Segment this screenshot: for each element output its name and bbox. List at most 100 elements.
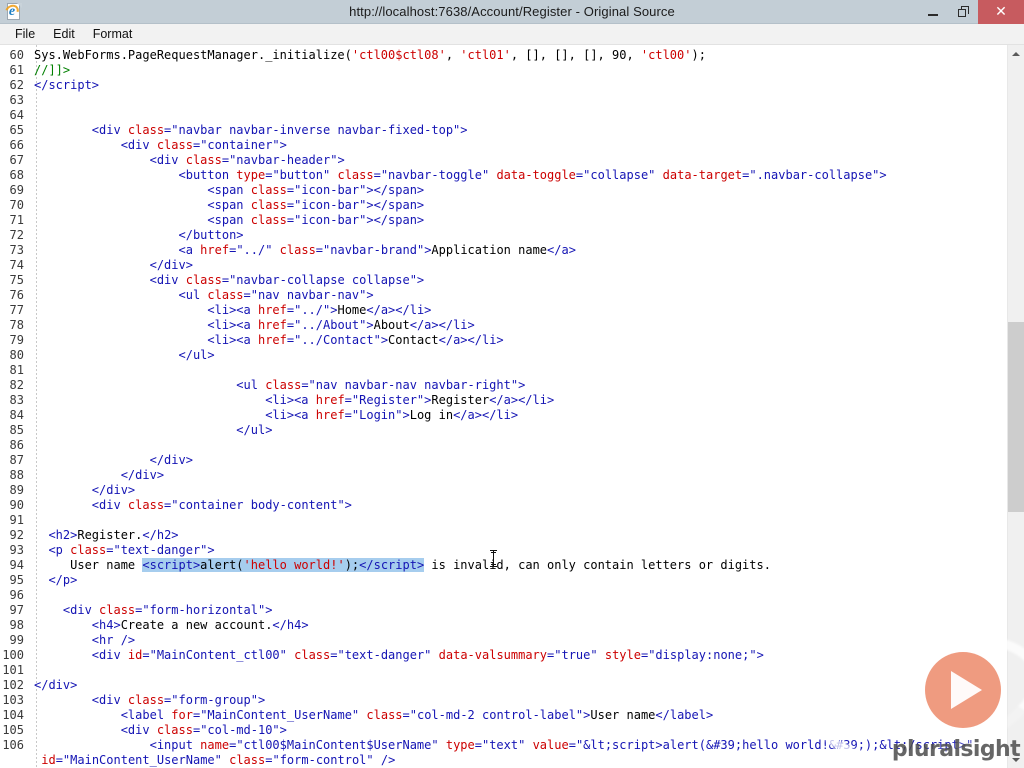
code-token: "col-md-10": [200, 723, 280, 737]
scrollbar-thumb[interactable]: [1008, 322, 1024, 512]
ie-source-document-icon: e: [2, 1, 24, 22]
code-token: <div: [34, 603, 100, 617]
line-number: 88: [9, 468, 24, 482]
code-line: 69 <span class="icon-bar"></span>: [0, 183, 1007, 198]
code-token: =: [221, 273, 230, 287]
code-token: </div>: [34, 468, 165, 482]
menu-item-edit[interactable]: Edit: [44, 24, 84, 45]
code-token: "form-control": [272, 753, 374, 767]
code-line: 68 <button type="button" class="navbar-t…: [0, 168, 1007, 183]
code-token: >: [366, 288, 374, 302]
menu-bar: File Edit Format: [0, 24, 1024, 45]
code-token: class: [185, 273, 222, 287]
code-token: </div>: [34, 483, 136, 497]
code-token: class: [294, 648, 331, 662]
line-number: 95: [9, 573, 24, 587]
line-content: <li><a href="../About">About</a></li>: [30, 318, 1007, 333]
code-token: User name: [34, 558, 143, 572]
code-token: class: [70, 543, 107, 557]
code-line: 71 <span class="icon-bar"></span>: [0, 213, 1007, 228]
code-token: "form-group": [171, 693, 258, 707]
code-token: <span: [34, 198, 251, 212]
line-number: 64: [9, 108, 24, 122]
code-token: Application name: [431, 243, 548, 257]
line-number: 89: [9, 483, 24, 497]
window-controls: ✕: [918, 0, 1024, 24]
line-content: <li><a href="Login">Log in</a></li>: [30, 408, 1007, 423]
line-content: <a href="../" class="navbar-brand">Appli…: [30, 243, 1007, 258]
code-token: class: [279, 243, 316, 257]
code-line: 64: [0, 108, 1007, 123]
code-token: "nav navbar-nav navbar-right": [308, 378, 519, 392]
line-number: 65: [9, 123, 24, 137]
code-token: </a></li>: [489, 393, 555, 407]
menu-item-format[interactable]: Format: [84, 24, 142, 45]
code-line: 65 <div class="navbar navbar-inverse nav…: [0, 123, 1007, 138]
line-content: <div class="container body-content">: [30, 498, 1007, 513]
code-token: <ul: [34, 288, 208, 302]
code-viewport[interactable]: 60 Sys.WebForms.PageRequestManager._initi…: [0, 45, 1007, 768]
code-token: "&lt;script>alert(&#39;hello world!&#39;…: [575, 738, 974, 752]
line-content: <span class="icon-bar"></span>: [30, 213, 1007, 228]
code-token: Sys.WebForms.PageRequestManager._initial…: [34, 48, 352, 62]
line-number: 73: [9, 243, 24, 257]
code-token: <div: [34, 138, 157, 152]
code-token: class: [250, 198, 287, 212]
line-number: 78: [9, 318, 24, 332]
code-token: </ul>: [34, 348, 215, 362]
code-token: "display:none;": [648, 648, 757, 662]
code-line: 102 </div>: [0, 678, 1007, 693]
code-token: </p>: [34, 573, 78, 587]
scroll-down-button[interactable]: [1008, 751, 1024, 768]
code-token: =: [301, 378, 309, 392]
line-content: <div class="navbar navbar-inverse navbar…: [30, 123, 1007, 138]
line-number: 70: [9, 198, 24, 212]
scroll-up-button[interactable]: [1008, 45, 1024, 62]
code-token: =: [221, 153, 230, 167]
code-token: </h4>: [272, 618, 309, 632]
code-token: >: [416, 273, 425, 287]
code-line: 94 User name <script>alert('hello world!…: [0, 558, 1007, 573]
menu-item-file[interactable]: File: [6, 24, 44, 45]
code-line: 87 </div>: [0, 453, 1007, 468]
code-token: 'ctl00$ctl08': [351, 48, 446, 62]
restore-button[interactable]: [948, 0, 978, 24]
code-line: 78 <li><a href="../About">About</a></li>: [0, 318, 1007, 333]
code-token: <div: [34, 273, 186, 287]
code-token: >: [337, 153, 345, 167]
line-number: 104: [2, 708, 24, 722]
code-token: >: [279, 723, 287, 737]
code-token: Register: [431, 393, 490, 407]
line-content: </script>: [30, 78, 1007, 93]
line-content: <h4>Create a new account.</h4>: [30, 618, 1007, 633]
code-token: </h2>: [142, 528, 179, 542]
code-token: class: [127, 693, 165, 707]
line-content: <div class="form-group">: [30, 693, 1007, 708]
code-token: "icon-bar": [294, 198, 367, 212]
line-content: <div class="navbar-collapse collapse">: [30, 273, 1007, 288]
code-token: >: [879, 168, 887, 182]
code-token: =: [474, 738, 482, 752]
line-number: 61: [9, 63, 24, 77]
code-token: class: [229, 753, 266, 767]
code-token: <li><a: [34, 333, 258, 347]
code-token: =: [402, 708, 410, 722]
code-token: <div: [34, 648, 128, 662]
code-token: ></span>: [366, 198, 425, 212]
code-token: </ul>: [34, 423, 273, 437]
code-token: "nav navbar-nav": [250, 288, 367, 302]
code-token: "collapse": [583, 168, 656, 182]
code-token: >: [380, 333, 389, 347]
code-line: 96: [0, 588, 1007, 603]
code-token: class: [99, 603, 136, 617]
vertical-scrollbar[interactable]: [1007, 45, 1024, 768]
close-button[interactable]: ✕: [978, 0, 1024, 24]
code-token: </div>: [34, 678, 78, 692]
line-number: 93: [9, 543, 24, 557]
minimize-button[interactable]: [918, 0, 948, 24]
code-line: 72 </button>: [0, 228, 1007, 243]
